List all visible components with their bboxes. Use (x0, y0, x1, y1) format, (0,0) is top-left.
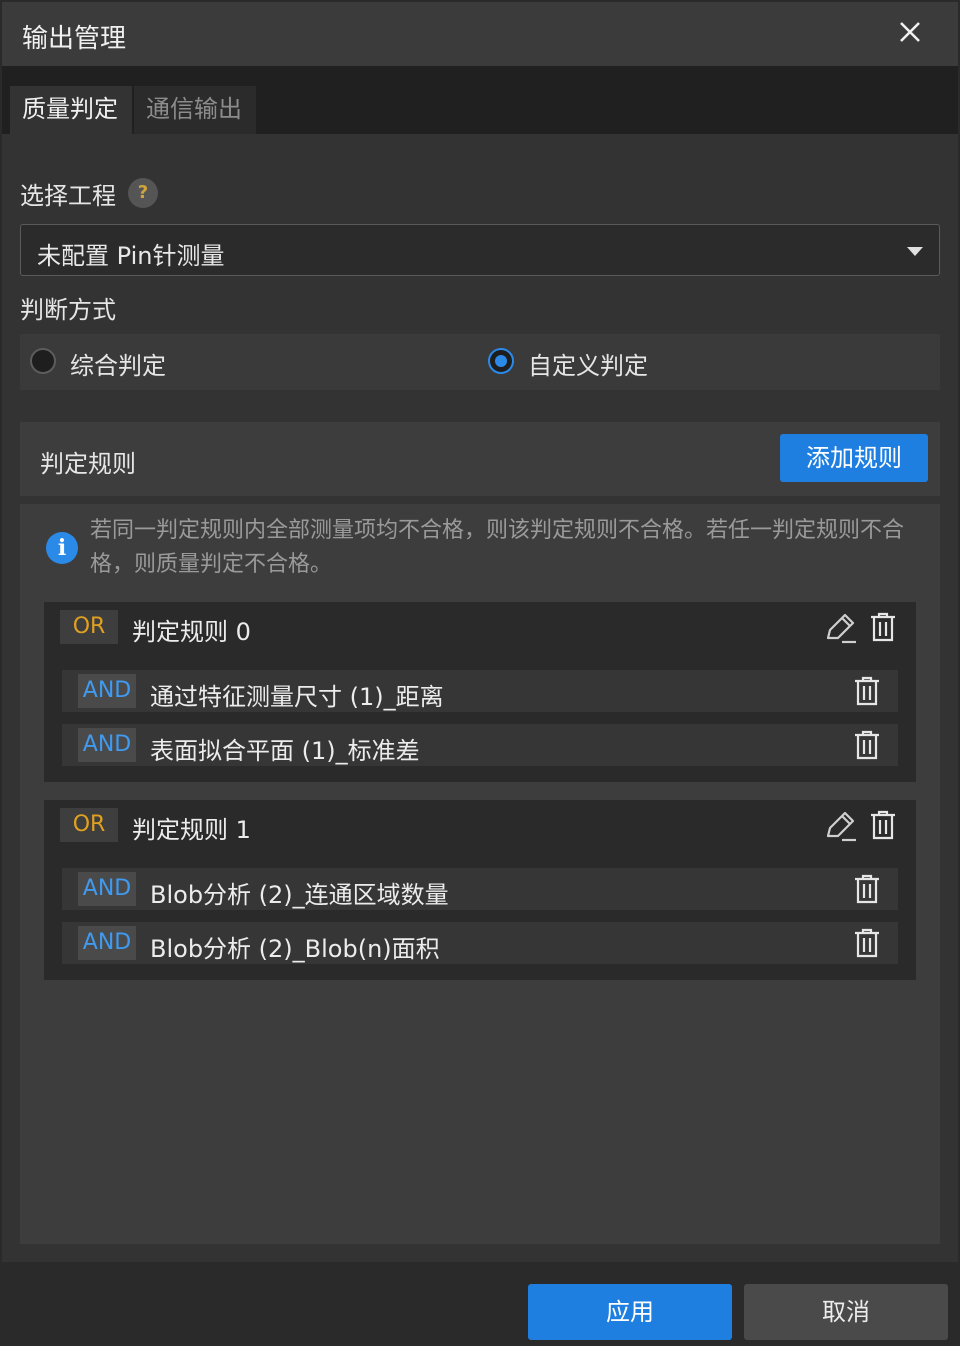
delete-rule-icon[interactable] (868, 611, 898, 643)
radio-label: 自定义判定 (528, 352, 648, 380)
rule-name: 判定规则 1 (132, 816, 251, 844)
help-icon[interactable]: ? (128, 178, 158, 208)
rules-header-title: 判定规则 (40, 450, 136, 478)
rule-card: OR 判定规则 1 AND Blob分析 (2)_连通区域数量 AND Blob… (44, 800, 916, 980)
condition-row: AND Blob分析 (2)_Blob(n)面积 (62, 922, 898, 964)
info-icon: i (46, 532, 78, 564)
condition-text: 表面拟合平面 (1)_标准差 (150, 737, 420, 765)
delete-condition-icon[interactable] (852, 729, 882, 761)
delete-condition-icon[interactable] (852, 873, 882, 905)
tab-bar: 质量判定 通信输出 (2, 66, 958, 134)
tab-communication-output[interactable]: 通信输出 (134, 86, 256, 134)
dialog-footer: 应用 取消 (2, 1262, 958, 1344)
rule-name: 判定规则 0 (132, 618, 251, 646)
condition-row: AND 通过特征测量尺寸 (1)_距离 (62, 670, 898, 712)
edit-icon[interactable] (822, 808, 858, 844)
judge-mode-label: 判断方式 (20, 296, 116, 324)
radio-label: 综合判定 (70, 352, 166, 380)
or-badge: OR (60, 808, 118, 842)
and-badge: AND (78, 872, 136, 906)
output-management-dialog: 输出管理 质量判定 通信输出 选择工程 ? 未配置 Pin针测量 判断方式 综合… (2, 2, 958, 1344)
rules-header: 判定规则 添加规则 (20, 422, 940, 496)
judge-mode-radio-group: 综合判定 自定义判定 (20, 334, 940, 390)
and-badge: AND (78, 674, 136, 708)
apply-button[interactable]: 应用 (528, 1284, 732, 1340)
chevron-down-icon (907, 247, 923, 256)
info-text: 若同一判定规则内全部测量项均不合格，则该判定规则不合格。若任一判定规则不合格，则… (90, 518, 905, 577)
rule-card: OR 判定规则 0 AND 通过特征测量尺寸 (1)_距离 AND 表面拟合平面… (44, 602, 916, 782)
radio-custom[interactable]: 自定义判定 (478, 334, 918, 390)
edit-icon[interactable] (822, 610, 858, 646)
radio-circle (30, 348, 56, 374)
condition-text: Blob分析 (2)_连通区域数量 (150, 881, 449, 909)
title-bar: 输出管理 (2, 2, 958, 66)
cancel-button[interactable]: 取消 (744, 1284, 948, 1340)
and-badge: AND (78, 728, 136, 762)
close-icon[interactable] (896, 18, 924, 46)
condition-text: Blob分析 (2)_Blob(n)面积 (150, 935, 440, 963)
rule-header: OR 判定规则 0 (44, 602, 916, 656)
condition-row: AND 表面拟合平面 (1)_标准差 (62, 724, 898, 766)
radio-circle-checked (488, 348, 514, 374)
condition-row: AND Blob分析 (2)_连通区域数量 (62, 868, 898, 910)
delete-condition-icon[interactable] (852, 675, 882, 707)
delete-rule-icon[interactable] (868, 809, 898, 841)
rules-panel: i 若同一判定规则内全部测量项均不合格，则该判定规则不合格。若任一判定规则不合格… (20, 504, 940, 1244)
add-rule-button[interactable]: 添加规则 (780, 434, 928, 482)
tab-quality-judgement[interactable]: 质量判定 (10, 86, 132, 134)
radio-comprehensive[interactable]: 综合判定 (20, 334, 460, 390)
or-badge: OR (60, 610, 118, 644)
delete-condition-icon[interactable] (852, 927, 882, 959)
and-badge: AND (78, 926, 136, 960)
project-select-value: 未配置 Pin针测量 (37, 242, 225, 270)
project-select[interactable]: 未配置 Pin针测量 (20, 224, 940, 276)
rule-header: OR 判定规则 1 (44, 800, 916, 854)
dialog-title: 输出管理 (22, 24, 127, 54)
condition-text: 通过特征测量尺寸 (1)_距离 (150, 683, 444, 711)
select-project-label: 选择工程 (20, 182, 116, 210)
